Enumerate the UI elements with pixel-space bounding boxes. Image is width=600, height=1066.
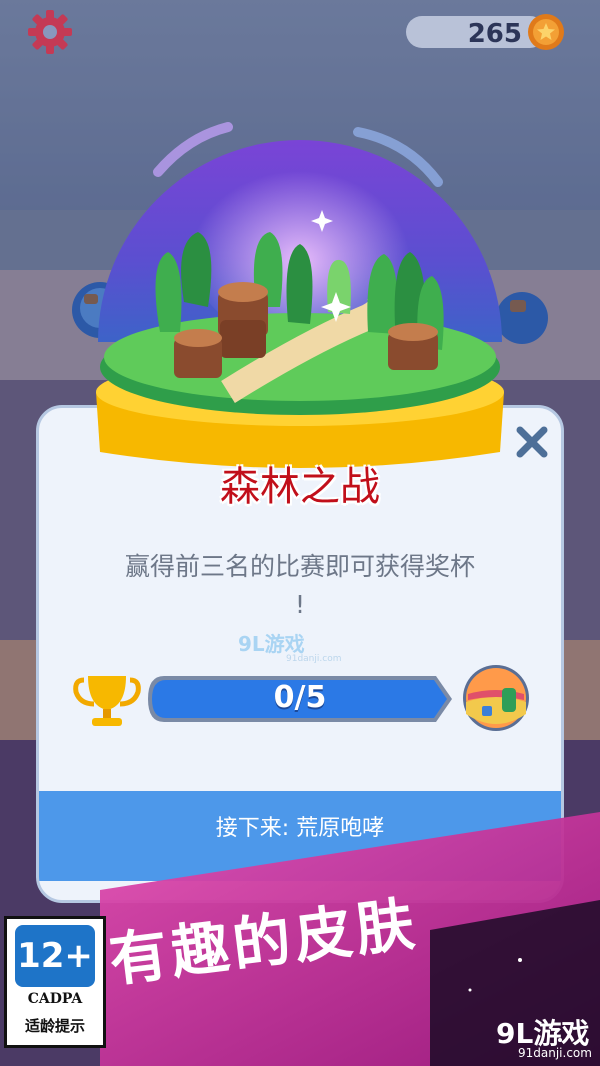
age-rating-org: CADPA [27, 991, 83, 1007]
age-rating-badge: 12+ CADPA 适龄提示 [4, 916, 106, 1048]
watermark: 9L游戏 91danji.com [238, 628, 348, 668]
corner-logo: 9L游戏 91danji.com [496, 1012, 596, 1062]
coin-icon [528, 14, 564, 50]
age-rating-tip: 适龄提示 [24, 1017, 85, 1035]
gear-icon[interactable] [26, 8, 74, 56]
coin-counter: 265 [406, 12, 566, 52]
arena-dome-illustration [96, 122, 504, 468]
arena-description: 赢得前三名的比赛即可获得奖杯 ! [64, 548, 536, 624]
arena-title: 森林之战 [220, 464, 380, 510]
arena-description-line1: 赢得前三名的比赛即可获得奖杯 [124, 552, 475, 581]
next-arena-label: 接下来: 荒原咆哮 [215, 816, 385, 841]
age-rating-value: 12+ [15, 925, 95, 987]
watermark-sub: 91danji.com [286, 654, 342, 664]
watermark-main: 9L游戏 [238, 632, 305, 656]
corner-logo-sub: 91danji.com [518, 1046, 592, 1060]
trophy-icon [73, 676, 141, 726]
progress-count: 0/5 [273, 680, 327, 715]
next-arena-icon[interactable] [462, 664, 530, 732]
coin-count: 265 [467, 19, 522, 49]
arena-description-line2: ! [294, 590, 306, 619]
